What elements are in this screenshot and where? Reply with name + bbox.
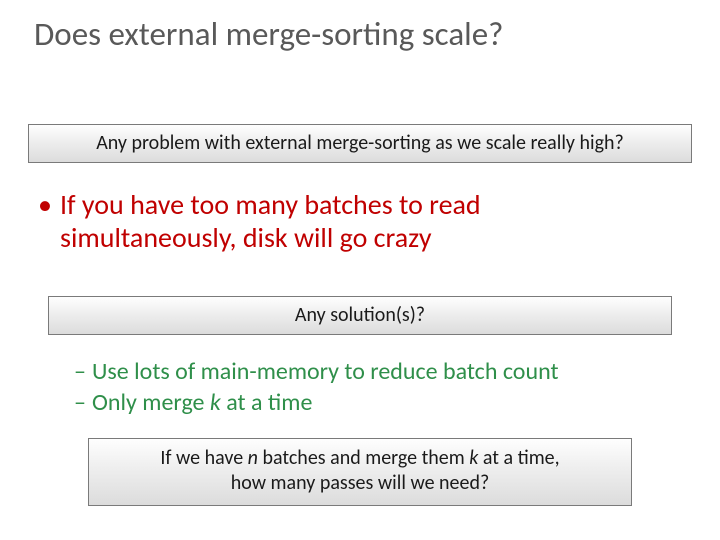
banner3-text-a: If we have [160,446,247,470]
question-banner-passes: If we have n batches and merge them k at… [88,438,632,506]
banner3-line1: If we have n batches and merge them k at… [99,446,621,471]
sub-bullet-2-text-a: Only merge [92,388,210,417]
slide: Does external merge-sorting scale? Any p… [0,0,720,540]
variable-k: k [469,446,478,470]
banner3-line2: how many passes will we need? [99,471,621,496]
banner3-text-b: batches and merge them [258,446,469,470]
sub-bullets: –Use lots of main-memory to reduce batch… [74,356,680,418]
question-banner-problem: Any problem with external merge-sorting … [28,124,692,163]
main-bullet: •If you have too many batches to read si… [38,188,670,254]
sub-bullet-1: –Use lots of main-memory to reduce batch… [74,356,680,387]
bullet-dot: • [38,188,60,221]
dash-icon: – [74,387,92,418]
sub-bullet-1-text: Use lots of main-memory to reduce batch … [92,357,559,386]
slide-title: Does external merge-sorting scale? [34,14,503,54]
sub-bullet-2-text-b: at a time [221,388,313,417]
banner3-text-c: at a time, [478,446,559,470]
bullet-text-line1: If you have too many batches to read [60,187,481,222]
question-banner-solutions: Any solution(s)? [48,296,672,335]
variable-k: k [210,388,221,417]
dash-icon: – [74,356,92,387]
bullet-text-line2: simultaneously, disk will go crazy [38,221,670,254]
variable-n: n [248,446,258,470]
sub-bullet-2: –Only merge k at a time [74,387,680,418]
